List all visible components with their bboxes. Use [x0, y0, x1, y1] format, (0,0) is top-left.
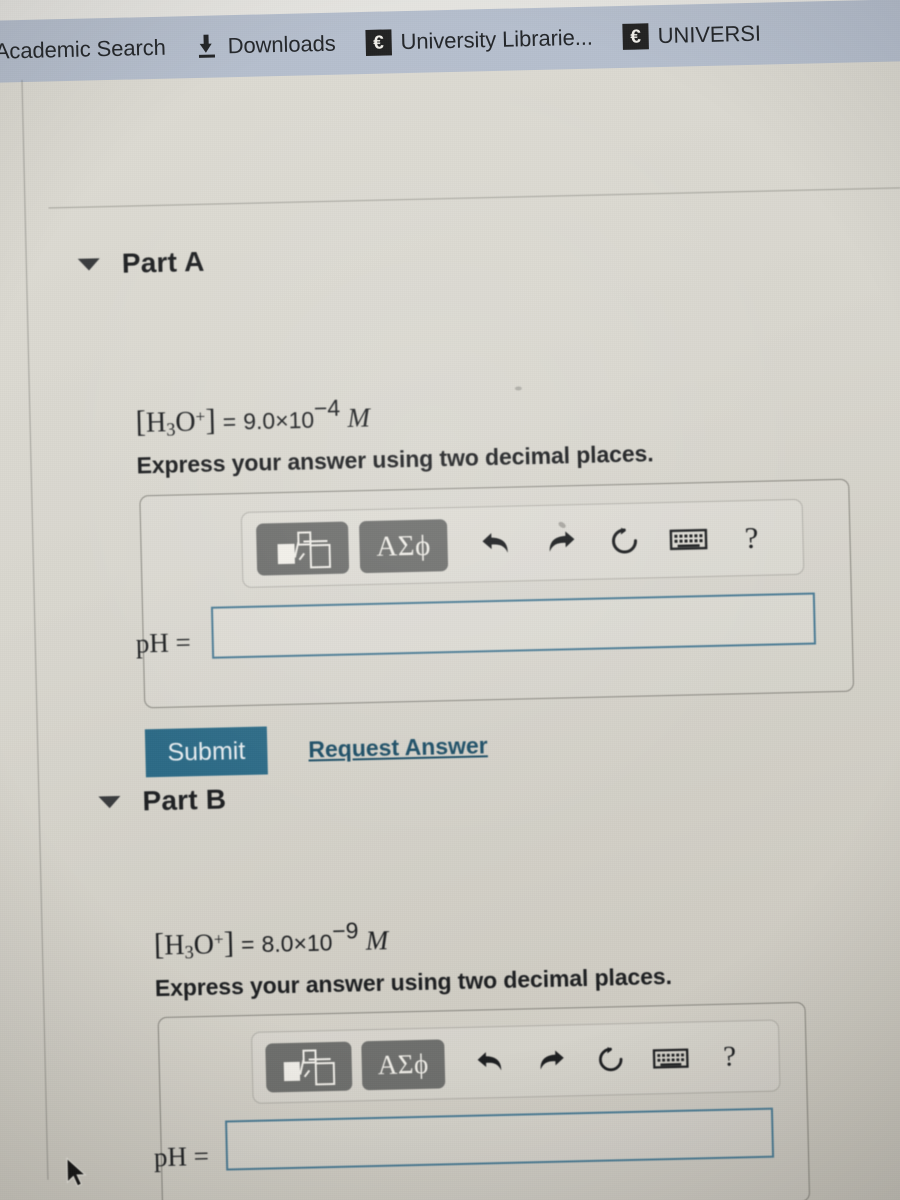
undo-icon[interactable]	[479, 527, 514, 562]
bookmark-university-libraries[interactable]: € University Librarie...	[365, 7, 594, 74]
part-b-ph-input[interactable]	[225, 1107, 775, 1171]
greek-letters-button[interactable]: ΑΣϕ	[358, 519, 449, 574]
part-b-ph-label: pH =	[153, 1140, 210, 1173]
dark-e-favicon-icon: €	[365, 29, 392, 56]
bookmark-label: Downloads	[227, 30, 336, 59]
assignment-content: Part A [H3O+] = 9.0×10−4 M Express your …	[0, 58, 900, 1200]
help-icon[interactable]: ?	[716, 1040, 743, 1073]
section-divider	[48, 187, 900, 209]
dark-e-favicon-icon: €	[622, 23, 650, 50]
keyboard-icon[interactable]	[652, 1044, 689, 1073]
part-b-toolbar: ΑΣϕ ?	[250, 1019, 781, 1104]
help-label: ?	[744, 519, 759, 556]
bookmark-universi[interactable]: € UNIVERSI	[622, 3, 762, 68]
browser-window: 2eaec70a8c80be4141f395507aa9#10001 Acade…	[0, 0, 900, 1200]
part-b-header[interactable]: Part B	[98, 783, 227, 818]
part-a-answer-box: ΑΣϕ ? pH =	[135, 478, 855, 709]
math-template-icon	[281, 1049, 336, 1086]
part-a-title: Part A	[121, 245, 205, 279]
download-icon	[195, 33, 218, 60]
bookmark-label: Academic Search	[0, 34, 166, 64]
part-b-instruction: Express your answer using two decimal pl…	[154, 962, 673, 1002]
page-gutter-line	[21, 80, 49, 1180]
part-a-ph-input[interactable]	[210, 592, 817, 659]
reset-icon[interactable]	[594, 1043, 627, 1076]
collapse-caret-down-icon[interactable]	[77, 258, 100, 271]
bookmark-label: UNIVERSI	[657, 20, 762, 49]
part-a-toolbar: ΑΣϕ ?	[240, 498, 805, 589]
collapse-caret-down-icon[interactable]	[98, 795, 121, 809]
part-a-submit-button[interactable]: Submit	[144, 726, 268, 778]
undo-icon[interactable]	[474, 1046, 507, 1079]
redo-icon[interactable]	[543, 525, 578, 560]
part-a-instruction: Express your answer using two decimal pl…	[136, 440, 654, 479]
part-a-submit-label: Submit	[167, 736, 246, 767]
keyboard-icon[interactable]	[669, 524, 708, 555]
screenshot-photo: 2eaec70a8c80be4141f395507aa9#10001 Acade…	[0, 0, 900, 1200]
greek-letters-button[interactable]: ΑΣϕ	[361, 1038, 446, 1090]
help-icon[interactable]: ?	[737, 519, 766, 556]
math-template-button[interactable]	[265, 1041, 353, 1093]
math-template-button[interactable]	[256, 521, 350, 576]
bookmark-label: University Librarie...	[400, 24, 594, 55]
part-b-answer-box: ΑΣϕ ? pH =	[154, 1001, 811, 1200]
part-a-header[interactable]: Part A	[77, 245, 205, 281]
part-a-ph-label: pH =	[135, 627, 192, 659]
dust-speck	[514, 386, 522, 391]
bookmark-academic-search[interactable]: Academic Search	[0, 17, 166, 84]
math-template-icon	[275, 531, 332, 569]
part-b-title: Part B	[142, 783, 227, 817]
greek-letters-label: ΑΣϕ	[375, 529, 432, 563]
bookmark-downloads[interactable]: Downloads	[195, 13, 336, 78]
part-a-formula: [H3O+] = 9.0×10−4 M	[135, 394, 371, 440]
reset-icon[interactable]	[607, 524, 642, 559]
greek-letters-label: ΑΣϕ	[377, 1048, 430, 1080]
part-b-formula: [H3O+] = 8.0×10−9 M	[153, 917, 389, 963]
redo-icon[interactable]	[534, 1044, 567, 1077]
part-a-request-answer-link[interactable]: Request Answer	[308, 732, 488, 763]
help-label: ?	[722, 1040, 737, 1073]
